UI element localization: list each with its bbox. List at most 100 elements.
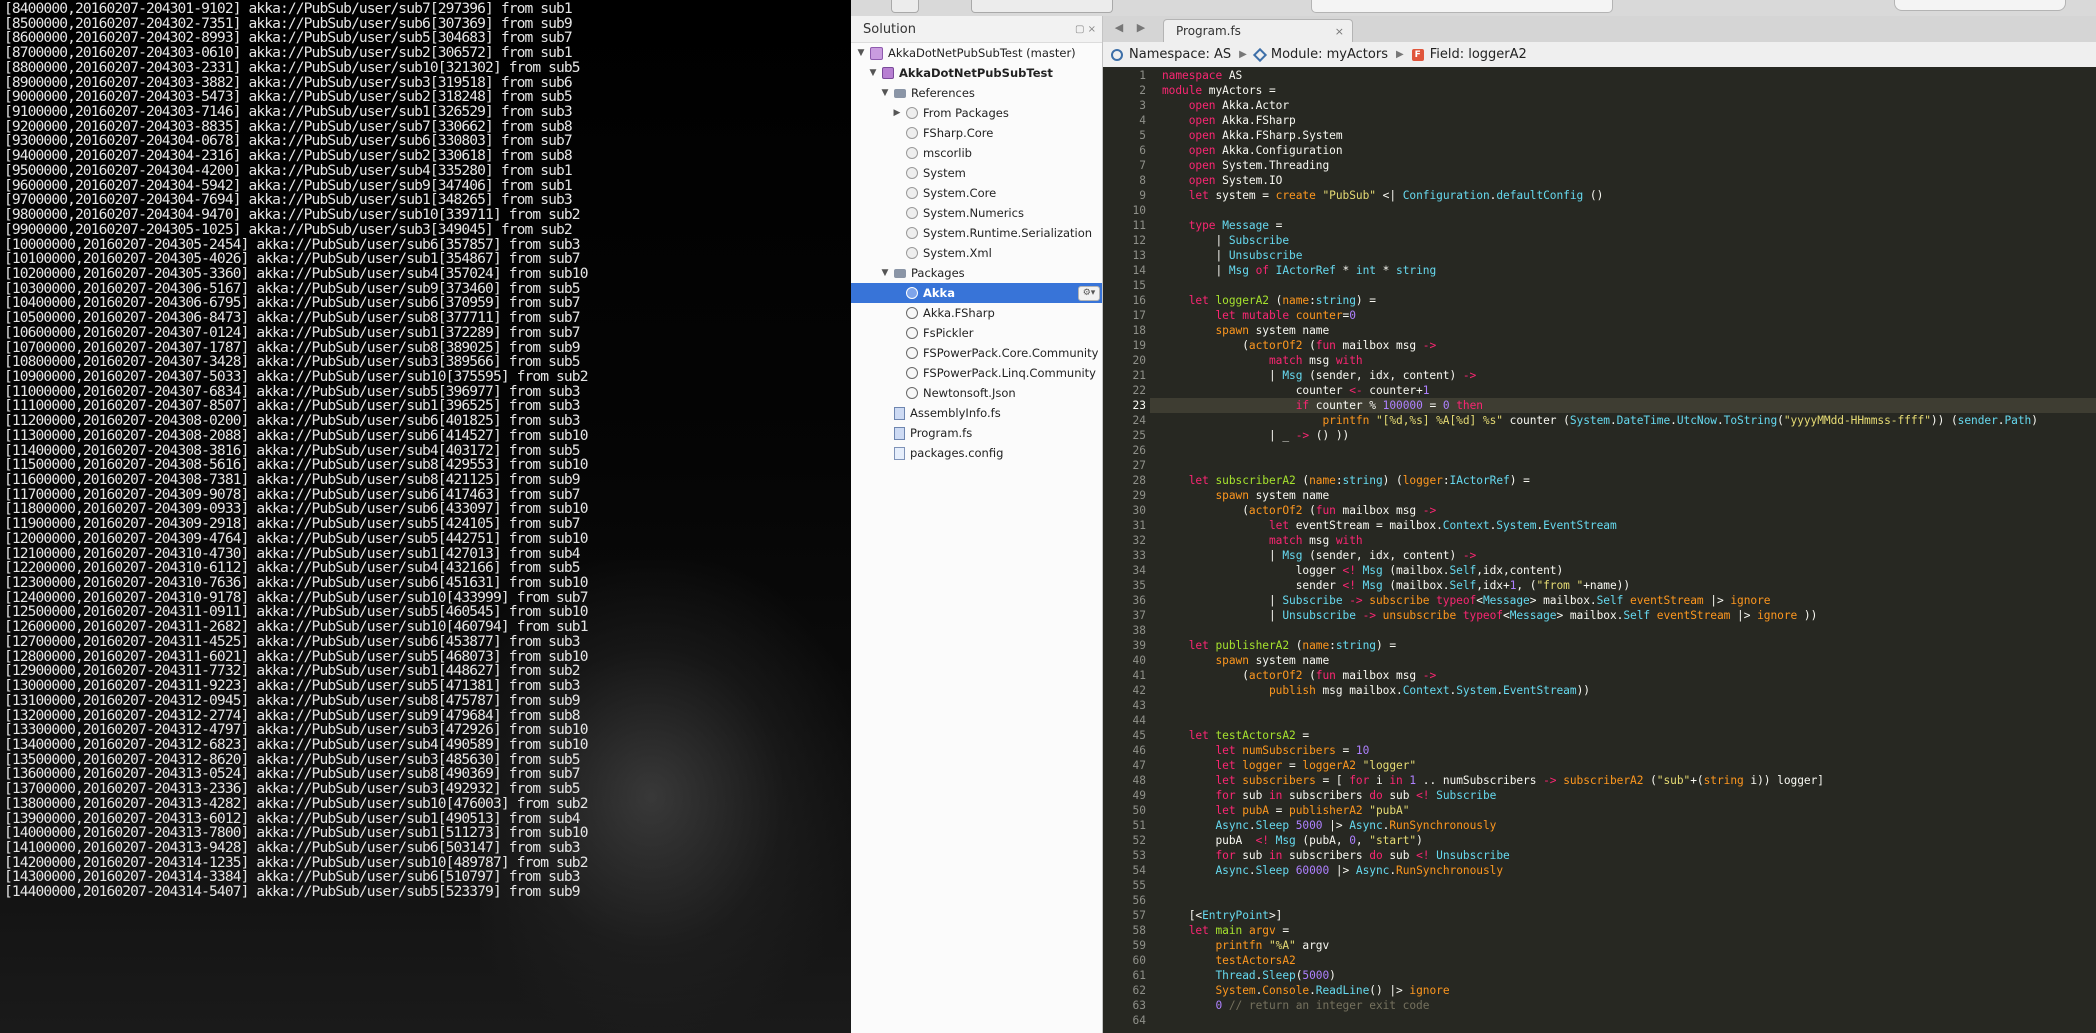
expander-icon[interactable]: ▼: [879, 88, 891, 98]
path-namespace-label: Namespace: AS: [1129, 47, 1232, 62]
solution-tree-item[interactable]: System.Core: [851, 183, 1102, 203]
build-config-selector[interactable]: [971, 0, 1113, 13]
expander-icon[interactable]: ▼: [879, 268, 891, 278]
code-area[interactable]: 1 2 3 4 5 6 7 8 9 10 11 12 13 14 15 16 17 18 19 20 21 22 23 24 2…: [1103, 67, 2096, 1033]
code-line: for sub in subscribers do sub <! Unsubsc…: [1162, 848, 1509, 863]
code-editor: ◀ ▶ Program.fs × Namespace: AS ▶ Module:…: [1103, 16, 2096, 1033]
code-token: Context: [1442, 519, 1490, 532]
code-token: actorOf2: [1248, 504, 1303, 517]
code-line: module myActors =: [1162, 83, 1276, 98]
code-token: ignore: [1757, 609, 1798, 622]
solution-tree-item[interactable]: ▼ Packages: [851, 263, 1102, 283]
code-token: 5000: [1302, 969, 1330, 982]
code-line: spawn system name: [1162, 323, 1329, 338]
expander-icon[interactable]: ▼: [855, 48, 867, 58]
tab-close-icon[interactable]: ×: [1335, 25, 1344, 38]
solution-tree-item[interactable]: System: [851, 163, 1102, 183]
code-token: () )): [1309, 429, 1350, 442]
toolbar-button[interactable]: [891, 0, 919, 13]
code-token: counter+: [1362, 384, 1423, 397]
code-token: system name: [1248, 489, 1330, 502]
code-token: ->: [1295, 429, 1310, 442]
terminal-window[interactable]: [8400000,20160207-204301-9102] akka://Pu…: [0, 0, 851, 1033]
code-token: logger: [1162, 564, 1343, 577]
code-token: open: [1188, 99, 1216, 112]
solution-tree-item[interactable]: ▶ From Packages: [851, 103, 1102, 123]
tab-program-fs[interactable]: Program.fs ×: [1163, 19, 1353, 42]
solution-tree-item[interactable]: FsPickler: [851, 323, 1102, 343]
reference-icon: [906, 187, 918, 199]
expander-icon[interactable]: ▼: [867, 68, 879, 78]
solution-tree-item[interactable]: AssemblyInfo.fs: [851, 403, 1102, 423]
code-line: | _ -> () )): [1162, 428, 1349, 443]
solution-tree-item[interactable]: System.Runtime.Serialization: [851, 223, 1102, 243]
code-token: spawn: [1215, 324, 1249, 337]
code-token: name: [1282, 294, 1310, 307]
code-token: let: [1215, 759, 1236, 772]
code-token: Msg: [1228, 264, 1249, 277]
project-icon: [882, 67, 894, 79]
code-token: |: [1162, 609, 1283, 622]
tree-item-label: FSPowerPack.Linq.Community: [923, 366, 1096, 380]
solution-tree-item[interactable]: mscorlib: [851, 143, 1102, 163]
gear-icon[interactable]: ⚙▾: [1078, 286, 1100, 301]
nav-back-icon[interactable]: ◀: [1109, 19, 1129, 37]
line-number: 11: [1132, 219, 1146, 232]
code-line: | Unsubscribe -> unsubscribe typeof<Mess…: [1162, 608, 1817, 623]
code-token: Self: [1449, 579, 1477, 592]
expander-icon[interactable]: ▶: [891, 108, 903, 118]
solution-tree-item[interactable]: Akka.FSharp: [851, 303, 1102, 323]
code-token: System.IO: [1215, 174, 1283, 187]
solution-tree-item[interactable]: FSharp.Core: [851, 123, 1102, 143]
solution-tree-item[interactable]: System.Numerics: [851, 203, 1102, 223]
code-token: =: [1275, 924, 1290, 937]
code-line: Async.Sleep 60000 |> Async.RunSynchronou…: [1162, 863, 1503, 878]
line-number: 15: [1132, 279, 1146, 292]
nav-forward-icon[interactable]: ▶: [1131, 19, 1151, 37]
package-icon: [906, 347, 918, 359]
code-token: <-: [1349, 384, 1363, 397]
search-field[interactable]: [1894, 0, 2066, 11]
solution-tree-item[interactable]: FSPowerPack.Core.Community: [851, 343, 1102, 363]
code-line: (actorOf2 (fun mailbox msg ->: [1162, 503, 1436, 518]
code-token: 60000: [1295, 864, 1330, 877]
code-token: let: [1188, 924, 1209, 937]
code-token: (pubA,: [1295, 834, 1350, 847]
code-token: :: [1329, 639, 1336, 652]
code-token: pubA: [1242, 804, 1269, 817]
solution-tree-item[interactable]: Newtonsoft.Json: [851, 383, 1102, 403]
code-token: publisherA2: [1215, 639, 1290, 652]
code-token: printfn: [1322, 414, 1370, 427]
code-token: Self: [1596, 594, 1624, 607]
code-token: i: [1369, 774, 1390, 787]
code-token: subscribers: [1282, 849, 1370, 862]
solution-tree-item[interactable]: ▼ References: [851, 83, 1102, 103]
solution-tree-item[interactable]: ▼ AkkaDotNetPubSubTest: [851, 63, 1102, 83]
path-module[interactable]: Module: myActors: [1252, 47, 1388, 62]
code-token: ReadLine: [1315, 984, 1370, 997]
solution-tree-item[interactable]: ▼ AkkaDotNetPubSubTest (master): [851, 43, 1102, 63]
solution-tree-item[interactable]: System.Xml: [851, 243, 1102, 263]
code-token: Subscribe: [1282, 594, 1343, 607]
solution-tree-item[interactable]: FSPowerPack.Linq.Community: [851, 363, 1102, 383]
solution-tree-item[interactable]: packages.config: [851, 443, 1102, 463]
code-token: msg: [1302, 534, 1336, 547]
code-line: spawn system name: [1162, 488, 1329, 503]
code-token: (: [1302, 339, 1316, 352]
pad-window-controls[interactable]: ▢ ×: [1075, 24, 1096, 35]
code-token: ->: [1362, 609, 1376, 622]
path-namespace[interactable]: Namespace: AS: [1111, 47, 1231, 62]
path-field[interactable]: F Field: loggerA2: [1411, 47, 1527, 62]
code-token: Async: [1349, 819, 1383, 832]
code-token: Self: [1623, 609, 1651, 622]
fs-file-icon: [894, 406, 905, 420]
solution-tree-item[interactable]: Program.fs: [851, 423, 1102, 443]
solution-tree-item[interactable]: Akka ⚙▾: [851, 283, 1102, 303]
code-token: subscribe: [1369, 594, 1430, 607]
